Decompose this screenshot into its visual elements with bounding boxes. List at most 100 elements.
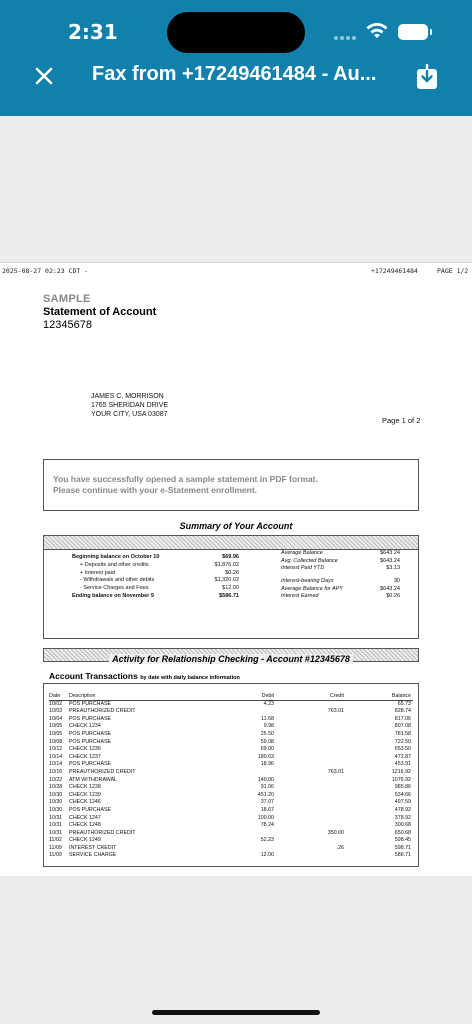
summary-left-value: $1,876.02 xyxy=(214,561,239,568)
summary-right-value: $0.26 xyxy=(386,593,400,599)
column-header-date: Date xyxy=(49,693,61,699)
cell-date: 11/09 xyxy=(49,852,62,859)
table-row: 10/31 CHECK 1247 100.00 378.92 xyxy=(49,815,413,823)
cell-description: PREAUTHORIZED CREDIT xyxy=(69,829,136,836)
cell-balance: 300.68 xyxy=(394,822,411,829)
cell-description: CHECK 1239 xyxy=(69,791,101,798)
table-row: 10/03 PREAUTHORIZED CREDIT 763.01 828.74 xyxy=(49,708,413,716)
column-header-debit: Debit xyxy=(261,693,274,699)
cell-debit: 25.50 xyxy=(260,730,274,737)
cell-balance: 472.87 xyxy=(394,753,411,760)
cell-debit: 11.68 xyxy=(261,715,274,722)
cell-balance: 497.59 xyxy=(394,799,411,806)
cell-balance: 985.86 xyxy=(394,784,411,791)
summary-left-label: - Withdrawals and other debits xyxy=(80,577,155,584)
close-icon[interactable] xyxy=(32,64,56,88)
cell-date: 10/31 xyxy=(49,822,63,829)
summary-left-label: Ending balance on November 9 xyxy=(72,593,154,599)
cell-balance: 653.50 xyxy=(394,746,411,753)
cell-balance: 722.50 xyxy=(394,738,411,745)
cell-date: 11/09 xyxy=(49,844,62,851)
fax-timestamp: 2025-08-27 02:23 CDT - xyxy=(2,267,89,275)
cell-date: 10/30 xyxy=(49,799,63,806)
mailing-address: JAMES C. MORRISON 1765 SHERIDAN DRIVE YO… xyxy=(91,392,168,419)
cell-credit: 763.01 xyxy=(327,708,344,715)
cell-description: POS PURCHASE xyxy=(69,700,112,707)
cell-description: POS PURCHASE xyxy=(69,730,112,737)
summary-right-value: $643.24 xyxy=(380,585,400,592)
table-row: 11/02 CHECK 1249 52.23 598.45 xyxy=(49,837,413,845)
cell-description: ATM WITHDRAWAL xyxy=(69,776,118,783)
summary-left-value: $1,320.02 xyxy=(214,577,239,584)
table-row: 10/28 CHECK 1238 91.06 985.86 xyxy=(49,784,413,792)
signal-icon xyxy=(334,36,360,42)
cell-debit: 4.23 xyxy=(263,700,274,707)
table-row: 10/30 POS PURCHASE 18.67 478.92 xyxy=(49,807,413,815)
home-indicator[interactable] xyxy=(152,1010,320,1015)
cell-date: 10/30 xyxy=(49,806,63,813)
activity-bar: Activity for Relationship Checking - Acc… xyxy=(43,648,419,664)
page-title: Fax from +17249461484 - Au... xyxy=(92,63,377,85)
address-line: 1765 SHERIDAN DRIVE xyxy=(91,402,169,409)
cell-balance: 807.08 xyxy=(394,723,411,730)
table-row: 10/14 POS PURCHASE 18.96 453.91 xyxy=(49,761,413,769)
cell-debit: 180.63 xyxy=(257,753,274,760)
fax-document-page[interactable]: 2025-08-27 02:23 CDT - +17249461484 PAGE… xyxy=(0,262,472,876)
cell-balance: 828.74 xyxy=(394,708,411,715)
transactions-heading: Account Transactions xyxy=(49,671,138,681)
cell-description: CHECK 1246 xyxy=(69,799,101,806)
table-row: 11/09 SERVICE CHARGE 12.00 586.71 xyxy=(49,852,413,860)
cell-description: POS PURCHASE xyxy=(69,715,112,722)
table-row: 10/08 POS PURCHASE 59.08 722.50 xyxy=(49,739,413,747)
cell-description: CHECK 1236 xyxy=(69,746,101,753)
page-indicator: Page 1 of 2 xyxy=(382,416,421,425)
notice-box: You have successfully opened a sample st… xyxy=(43,459,419,511)
cell-debit: 37.07 xyxy=(260,799,274,806)
cell-date: 10/08 xyxy=(49,738,63,745)
summary-hatch xyxy=(44,536,418,550)
account-number: 12345678 xyxy=(43,319,92,331)
cell-balance: 598.71 xyxy=(394,844,411,851)
cell-credit: 350.00 xyxy=(327,829,344,836)
summary-box: Beginning balance on October 10 $69.96 + D… xyxy=(43,535,419,639)
cell-description: CHECK 1234 xyxy=(69,723,101,730)
summary-left-value: $586.71 xyxy=(219,593,239,599)
cell-balance: 817.06 xyxy=(394,715,411,722)
cell-date: 10/05 xyxy=(49,723,63,730)
cell-debit: 52.23 xyxy=(260,837,274,844)
summary-right-value: $643.24 xyxy=(380,557,400,564)
cell-description: PREAUTHORIZED CREDIT xyxy=(69,708,136,715)
battery-icon xyxy=(398,24,432,40)
address-line: YOUR CITY, USA 03087 xyxy=(91,411,168,418)
fax-page-number: PAGE 1/2 xyxy=(437,267,469,275)
summary-left-label: + Deposits and other credits xyxy=(80,561,149,568)
download-icon[interactable] xyxy=(416,64,438,90)
notice-line: Please continue with your e-Statement en… xyxy=(53,485,258,495)
cell-description: CHECK 1238 xyxy=(69,784,101,791)
cell-date: 10/02 xyxy=(49,700,63,707)
summary-right-value: 30 xyxy=(393,578,400,584)
cell-debit: 18.67 xyxy=(260,806,274,813)
cell-balance: 534.66 xyxy=(394,791,411,798)
table-row: 10/30 CHECK 1246 37.07 497.59 xyxy=(49,799,413,807)
cell-date: 10/31 xyxy=(49,814,63,821)
cell-date: 11/02 xyxy=(49,837,62,844)
cell-balance: 478.92 xyxy=(394,806,411,813)
cell-debit: 12.00 xyxy=(260,852,274,859)
cell-date: 10/04 xyxy=(49,715,63,722)
summary-right-label: Average Balance xyxy=(281,550,323,556)
cell-date: 10/16 xyxy=(49,768,63,775)
table-row: 10/12 CHECK 1236 69.00 653.50 xyxy=(49,746,413,754)
summary-right-label: Interest Paid YTD xyxy=(281,565,325,571)
summary-title: Summary of Your Account xyxy=(179,521,293,531)
cell-debit: 9.98 xyxy=(263,723,274,730)
cell-date: 10/28 xyxy=(49,784,63,791)
cell-description: POS PURCHASE xyxy=(69,738,112,745)
table-row: 10/14 CHECK 1237 180.63 472.87 xyxy=(49,754,413,762)
cell-credit: .26 xyxy=(336,844,344,851)
column-header-credit: Credit xyxy=(329,693,344,699)
summary-left-value: $12.00 xyxy=(222,585,239,592)
cell-date: 10/30 xyxy=(49,791,63,798)
summary-left-label: Beginning balance on October 10 xyxy=(72,554,160,560)
cell-date: 10/31 xyxy=(49,829,63,836)
